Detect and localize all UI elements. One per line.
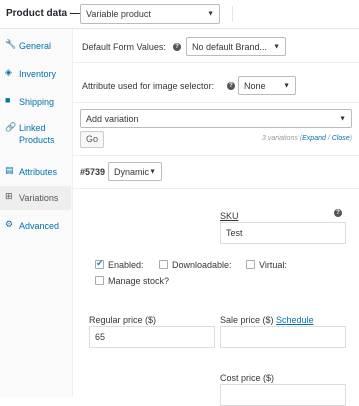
default-brand-value: No default Brand... <box>192 41 268 52</box>
tab-general[interactable]: 🔧 General <box>0 35 71 57</box>
variations-count-text: 3 variations <box>262 135 298 142</box>
slash: / <box>327 135 330 142</box>
downloadable-label: Downloadable: <box>172 260 232 270</box>
tab-variations[interactable]: ⊞ Variations <box>0 186 71 210</box>
chevron-down-icon: ▼ <box>339 115 346 122</box>
default-form-values-label: Default Form Values: <box>82 42 166 52</box>
manage-stock-label: Manage stock? <box>108 276 170 286</box>
tab-attributes-label: Attributes <box>19 167 58 177</box>
add-variation-value: Add variation <box>86 113 139 124</box>
help-icon: ? <box>334 209 342 217</box>
paren-close: ) <box>349 135 352 142</box>
panel-title: Product data — <box>6 8 80 19</box>
expand-link[interactable]: Expand <box>302 135 326 142</box>
sale-price-label: Sale price ($) <box>220 315 274 325</box>
regular-price-value: 65 <box>95 332 106 342</box>
product-data-header: Product data — Variable product ▼ <box>0 0 359 29</box>
image-selector-select[interactable]: None ▼ <box>238 76 296 95</box>
tab-advanced-label: Advanced <box>19 221 60 231</box>
schedule-link[interactable]: Schedule <box>276 315 314 325</box>
header-divider <box>232 6 233 22</box>
add-variation-select[interactable]: Add variation ▼ <box>80 109 352 128</box>
sale-price-label-wrap: Sale price ($) Schedule <box>220 315 314 325</box>
variation-id: #5739 <box>80 167 106 177</box>
tab-attributes[interactable]: ▤ Attributes <box>0 161 71 183</box>
image-selector-value: None <box>244 80 266 91</box>
tab-inventory-label: Inventory <box>19 69 57 79</box>
virtual-checkbox[interactable] <box>246 260 255 269</box>
link-icon: 🔗 <box>5 122 17 132</box>
truck-icon: ■ <box>5 95 11 105</box>
help-icon: ? <box>173 43 181 51</box>
regular-price-input[interactable]: 65 <box>89 326 215 348</box>
product-type-value: Variable product <box>86 9 151 19</box>
variation-attribute-value: Dynamic <box>114 166 150 177</box>
chevron-down-icon: ▼ <box>283 82 290 89</box>
tab-shipping-label: Shipping <box>19 97 55 107</box>
tab-advanced[interactable]: ⚙ Advanced <box>0 215 71 237</box>
grid-icon: ⊞ <box>5 191 13 201</box>
tab-inventory[interactable]: ◈ Inventory <box>0 63 71 85</box>
tab-variations-label: Variations <box>19 193 59 203</box>
cost-price-input[interactable] <box>220 384 346 406</box>
downloadable-checkbox[interactable] <box>159 260 168 269</box>
cost-price-label: Cost price ($) <box>220 373 275 383</box>
regular-price-label: Regular price ($) <box>89 315 157 325</box>
sku-label: SKU <box>220 211 239 221</box>
divider <box>72 155 359 156</box>
variations-count: 3 variations (Expand / Close) <box>262 135 352 142</box>
tab-linked-products-label: Linked Products <box>19 123 55 145</box>
product-data-tabs: 🔧 General ◈ Inventory ■ Shipping 🔗 Linke… <box>0 29 73 397</box>
manage-stock-checkbox[interactable] <box>95 276 104 285</box>
chevron-down-icon: ▼ <box>149 168 156 175</box>
divider <box>72 188 359 189</box>
chevron-down-icon: ▼ <box>207 10 214 18</box>
wrench-icon: 🔧 <box>5 39 17 49</box>
variations-panel: Default Form Values: ? No default Brand.… <box>72 29 359 406</box>
tab-linked-products[interactable]: 🔗 Linked Products <box>0 119 71 151</box>
go-button[interactable]: Go <box>80 131 104 148</box>
chevron-down-icon: ▼ <box>273 43 280 50</box>
variation-attribute-select[interactable]: Dynamic ▼ <box>108 162 162 181</box>
inventory-icon: ◈ <box>5 67 12 77</box>
close-link[interactable]: Close <box>332 135 350 142</box>
image-selector-label: Attribute used for image selector: <box>82 81 215 91</box>
tab-general-label: General <box>19 41 52 51</box>
virtual-label: Virtual: <box>259 260 287 270</box>
sku-value: Test <box>226 228 243 238</box>
sale-price-input[interactable] <box>220 326 346 348</box>
enabled-label: Enabled: <box>108 260 144 270</box>
enabled-checkbox[interactable] <box>95 258 104 269</box>
list-icon: ▤ <box>5 165 14 175</box>
help-icon: ? <box>227 82 235 90</box>
gear-icon: ⚙ <box>5 219 14 229</box>
divider <box>72 62 359 63</box>
default-brand-select[interactable]: No default Brand... ▼ <box>186 37 286 56</box>
product-type-select[interactable]: Variable product ▼ <box>80 4 220 24</box>
sku-input[interactable]: Test <box>220 222 346 244</box>
divider <box>72 102 359 103</box>
tab-shipping[interactable]: ■ Shipping <box>0 91 71 113</box>
